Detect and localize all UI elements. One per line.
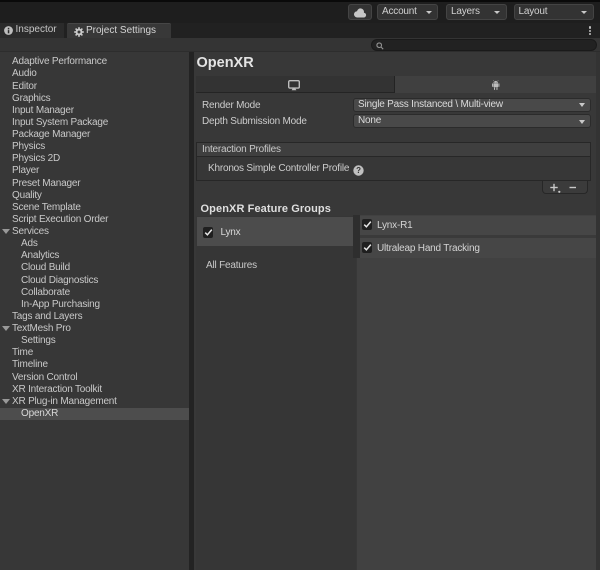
svg-text:?: ? — [356, 166, 361, 175]
